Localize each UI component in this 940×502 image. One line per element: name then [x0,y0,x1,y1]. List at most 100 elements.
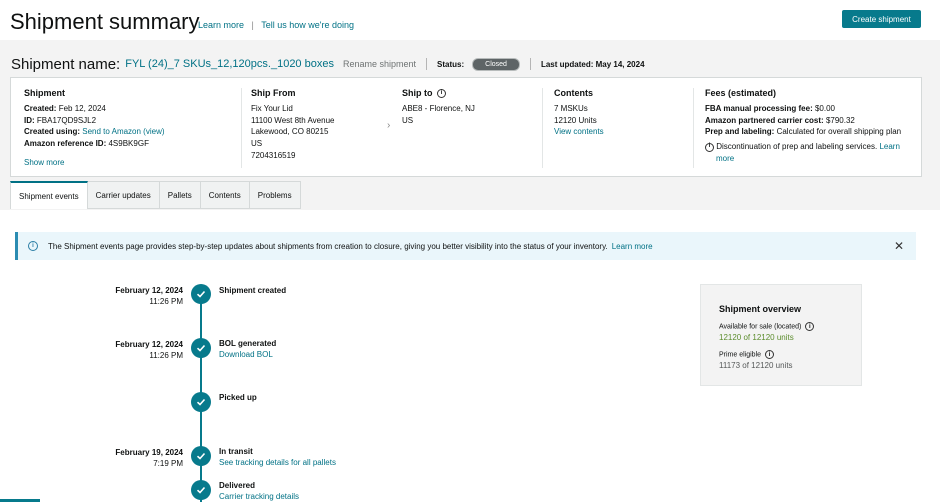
divider [241,88,242,168]
event-title: Shipment created [219,286,287,295]
mskus-count: 7 MSKUs [554,103,588,113]
check-icon [191,284,211,304]
prime-label: Prime eligible [719,351,762,359]
fba-fee-label: FBA manual processing fee: [705,103,813,113]
reference-id-label: Amazon reference ID: [24,139,107,149]
ship-from-line: Lakewood, CO 80215 [251,127,329,137]
carrier-cost-value: $790.32 [825,115,855,125]
id-value: FBA17QD9SJL2 [36,115,97,125]
info-banner: i The Shipment events page provides step… [15,232,916,260]
fees-more-link[interactable]: more [716,154,734,163]
info-icon[interactable]: i [437,89,447,99]
tab-problems[interactable]: Problems [249,181,301,209]
event-date-block: February 19, 2024 7:19 PM [0,447,183,469]
tab-bar: Shipment events Carrier updates Pallets … [10,181,301,209]
prime-label-row: Prime eligible i [719,350,774,359]
info-icon: i [705,142,714,152]
check-icon [191,480,211,500]
created-label: Created: [24,103,57,113]
reference-id-value: 4S9BK9GF [108,139,149,149]
event-time: 11:26 PM [149,351,183,360]
banner-learn-more-link[interactable]: Learn more [612,242,653,251]
prep-value: Calculated for overall shipping plan [776,127,902,137]
info-icon: i [28,241,38,251]
last-updated: Last updated: May 14, 2024 [540,59,645,69]
feedback-link[interactable]: Tell us how we're doing [261,20,354,30]
shipment-heading: Shipment [24,88,66,98]
event-time: 11:26 PM [149,297,183,306]
divider [542,88,543,168]
header-separator: | [251,20,254,30]
ship-from-heading: Ship From [251,88,296,98]
fees-heading: Fees (estimated) [705,88,777,98]
event-title: BOL generated [219,339,277,348]
event-time: 7:19 PM [153,459,183,468]
download-bol-link[interactable]: Download BOL [219,350,273,359]
tab-pallets[interactable]: Pallets [159,181,201,209]
ship-to-heading: Ship to [402,88,433,98]
contents-heading: Contents [554,88,593,98]
rename-shipment-link[interactable]: Rename shipment [343,59,416,69]
check-icon [191,392,211,412]
carrier-tracking-link[interactable]: Carrier tracking details [219,492,299,501]
chevron-right-icon: › [387,120,391,131]
overview-title: Shipment overview [719,304,802,314]
header-links: Learn more | Tell us how we're doing [198,20,354,30]
ship-from-line: Fix Your Lid [251,103,293,113]
created-using-link[interactable]: Send to Amazon (view) [82,127,164,136]
fba-fee-value: $0.00 [814,103,835,113]
check-icon [191,338,211,358]
event-title: Delivered [219,481,256,490]
ship-to-line: ABE8 - Florence, NJ [402,103,475,113]
ship-from-line: US [251,139,263,149]
status-badge: Closed [472,57,520,71]
status-label: Status: [437,59,465,69]
view-contents-link[interactable]: View contents [554,127,604,136]
tracking-details-link[interactable]: See tracking details for all pallets [219,458,336,467]
event-date-block: February 12, 2024 11:26 PM [0,285,183,307]
shipment-column: Shipment Created: Feb 12, 2024 ID: FBA17… [24,88,165,150]
divider [529,58,531,70]
event-title: Picked up [219,393,257,402]
ship-to-column: Ship to i ABE8 - Florence, NJ US [402,88,475,126]
fees-column: Fees (estimated) FBA manual processing f… [705,88,917,165]
carrier-cost-label: Amazon partnered carrier cost: [705,115,824,125]
event-date: February 12, 2024 [115,286,183,295]
created-using-label: Created using: [24,127,81,137]
tab-carrier-updates[interactable]: Carrier updates [87,181,160,209]
event-date: February 19, 2024 [115,448,183,457]
shipment-overview-panel: Shipment overview Available for sale (lo… [700,284,862,386]
show-more-link[interactable]: Show more [24,158,64,167]
check-icon [191,446,211,466]
create-shipment-button[interactable]: Create shipment [842,10,921,28]
learn-more-link[interactable]: Learn more [198,20,244,30]
contents-column: Contents 7 MSKUs 12120 Units View conten… [554,88,604,138]
ship-to-line: US [402,115,414,125]
banner-text: The Shipment events page provides step-b… [48,241,608,251]
prime-value: 11173 of 12120 units [719,361,793,370]
shipment-name-row: Shipment name: FYL (24)_7 SKUs_12,120pcs… [11,54,645,74]
shipment-name-label: Shipment name: [11,55,121,73]
ship-from-line: 11100 West 8th Avenue [251,115,335,125]
tab-shipment-events[interactable]: Shipment events [10,181,88,209]
available-value: 12120 of 12120 units [719,333,794,342]
summary-card: Shipment Created: Feb 12, 2024 ID: FBA17… [10,77,922,177]
divider [426,58,428,70]
shipment-name-value: FYL (24)_7 SKUs_12,120pcs._1020 boxes [125,58,334,70]
prep-label: Prep and labeling: [705,127,775,137]
event-date-block: February 12, 2024 11:26 PM [0,339,183,361]
info-icon[interactable]: i [764,350,774,359]
close-icon[interactable]: ✕ [894,239,904,253]
units-count: 12120 Units [554,115,597,125]
created-value: Feb 12, 2024 [58,103,106,113]
page-title: Shipment summary [10,9,200,34]
tab-contents[interactable]: Contents [200,181,250,209]
fees-learn-link[interactable]: Learn [879,142,899,151]
available-label-row: Available for sale (located) i [719,322,815,331]
top-header: Shipment summary Learn more | Tell us ho… [0,0,940,40]
info-icon[interactable]: i [805,322,815,331]
discontinuation-notice: Discontinuation of prep and labeling ser… [716,142,878,152]
event-title: In transit [219,447,253,456]
id-label: ID: [24,115,35,125]
ship-from-line: 7204316519 [251,150,296,160]
